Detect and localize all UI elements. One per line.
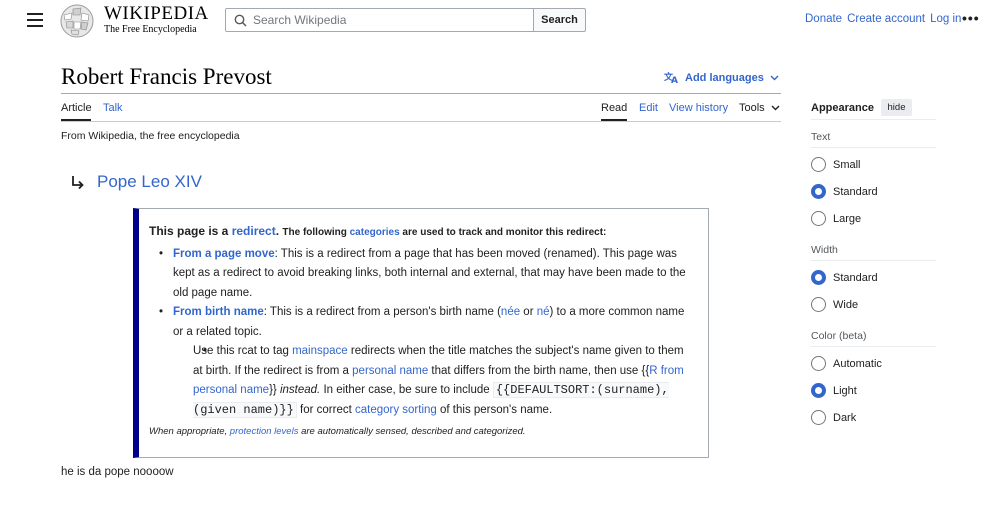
list-item-text: }} [269, 384, 280, 396]
article-body-text: he is da pope noooow [61, 466, 174, 478]
radio-color-dark[interactable] [811, 410, 826, 425]
main-menu-button[interactable] [27, 13, 43, 27]
category-sorting-link[interactable]: category sorting [355, 404, 437, 416]
protection-levels-link[interactable]: protection levels [230, 426, 299, 437]
tab-article[interactable]: Article [61, 102, 92, 114]
wordmark-tagline: The Free Encyclopedia [104, 24, 197, 35]
option-label: Large [833, 212, 862, 225]
text-size-large-option[interactable]: Large [811, 211, 861, 226]
list-item-text: : This is a redirect from a person's bir… [263, 306, 501, 318]
wikipedia-wordmark[interactable]: WIKIPEDIA The Free Encyclopedia [104, 4, 209, 36]
section-divider [811, 147, 936, 148]
rcat-sublist: Use this rcat to tag mainspace redirects… [173, 342, 696, 420]
text-size-standard-option[interactable]: Standard [811, 184, 878, 199]
redirect-arrow-icon [72, 176, 84, 189]
option-label: Light [833, 384, 857, 397]
chevron-down-icon [770, 75, 779, 80]
radio-large[interactable] [811, 211, 826, 226]
width-standard-option[interactable]: Standard [811, 270, 878, 285]
tools-label: Tools [739, 102, 765, 114]
search-input[interactable] [253, 13, 523, 27]
list-item-text: or [520, 306, 537, 318]
list-item-text: In either case, be sure to include [320, 384, 493, 396]
list-item-text: that differs from the birth name, then u… [428, 364, 650, 377]
from-birth-name-link[interactable]: From birth name [173, 306, 264, 318]
wordmark-title: WIKIPEDIA [104, 3, 209, 24]
mbox-lead-text: This page is a [149, 224, 232, 238]
rcat-list: From a page move : This is a redirect fro… [149, 245, 696, 421]
wikipedia-globe-logo[interactable] [58, 3, 96, 39]
appearance-divider [811, 119, 936, 120]
mbox-footnote: When appropriate, protection levels are … [149, 422, 696, 442]
tab-read[interactable]: Read [601, 102, 627, 114]
donate-link[interactable]: Donate [805, 13, 842, 25]
option-label: Standard [833, 271, 878, 284]
personal-name-link[interactable]: personal name [352, 365, 428, 377]
page-title: Robert Francis Prevost [61, 64, 272, 89]
personal-tools: Donate Create account Log in [805, 13, 961, 25]
radio-standard-selected[interactable] [811, 184, 826, 199]
categories-link[interactable]: categories [350, 227, 400, 238]
nee-link[interactable]: née [501, 306, 520, 318]
tab-edit[interactable]: Edit [639, 102, 658, 114]
color-automatic-option[interactable]: Automatic [811, 356, 882, 371]
ne-link[interactable]: né [537, 306, 550, 318]
list-item-text: Use this rcat to tag [193, 345, 293, 357]
redirect-category-box: This page is a redirect. The following c… [133, 208, 709, 458]
option-label: Wide [833, 298, 859, 311]
language-icon: 文 A [664, 71, 678, 84]
option-label: Standard [833, 185, 878, 198]
text-size-small-option[interactable]: Small [811, 157, 861, 172]
mbox-lead: This page is a redirect. The following c… [149, 222, 696, 243]
color-dark-option[interactable]: Dark [811, 410, 856, 425]
radio-width-wide[interactable] [811, 297, 826, 312]
section-divider [811, 260, 936, 261]
list-item: From a page move: This is a redirect fro… [149, 245, 696, 304]
add-languages-button[interactable]: 文 A Add languages [664, 71, 779, 84]
search-button[interactable]: Search [533, 8, 586, 32]
add-languages-label: Add languages [685, 71, 764, 84]
list-item-text: instead. [279, 384, 321, 396]
ellipsis-icon[interactable]: ••• [962, 10, 980, 26]
tab-view-history[interactable]: View history [669, 102, 728, 114]
mainspace-link[interactable]: mainspace [292, 345, 348, 357]
tab-talk[interactable]: Talk [103, 102, 123, 114]
search-icon [234, 14, 247, 27]
color-light-option[interactable]: Light [811, 383, 857, 398]
redirect-link[interactable]: redirect [232, 224, 276, 238]
radio-small[interactable] [811, 157, 826, 172]
width-label: Width [811, 244, 838, 256]
from-page-move-link[interactable]: From a page move [173, 248, 275, 260]
list-item-text: of this person's name. [436, 403, 553, 416]
width-wide-option[interactable]: Wide [811, 297, 858, 312]
mbox-lead-text: The following [282, 227, 350, 238]
mbox-lead-text: are used to track and monitor this redir… [399, 227, 607, 238]
option-label: Small [833, 158, 861, 171]
text-size-label: Text [811, 131, 831, 143]
radio-color-light-selected[interactable] [811, 383, 826, 398]
chevron-down-icon [771, 105, 780, 111]
section-divider [811, 346, 936, 347]
radio-width-standard-selected[interactable] [811, 270, 826, 285]
search-box [225, 8, 535, 32]
tabs-divider [61, 121, 781, 122]
list-item: From birth name: This is a redirect from… [149, 303, 696, 420]
color-label: Color (beta) [811, 330, 867, 342]
option-label: Automatic [833, 357, 882, 370]
title-divider [61, 93, 781, 94]
footnote-text: When appropriate, [149, 426, 230, 437]
login-link[interactable]: Log in [930, 13, 961, 25]
create-account-link[interactable]: Create account [847, 13, 925, 25]
appearance-title: Appearance [811, 102, 874, 114]
svg-text:A: A [671, 76, 678, 84]
footnote-text: are automatically sensed, described and … [298, 426, 526, 437]
appearance-hide-button[interactable]: hide [881, 99, 912, 116]
redirect-target-link[interactable]: Pope Leo XIV [97, 172, 202, 192]
radio-color-automatic[interactable] [811, 356, 826, 371]
list-item-text: for correct [296, 403, 355, 416]
option-label: Dark [833, 411, 857, 424]
list-item: Use this rcat to tag mainspace redirects… [173, 342, 696, 420]
site-subtitle: From Wikipedia, the free encyclopedia [61, 130, 240, 142]
tools-dropdown[interactable]: Tools [739, 102, 780, 114]
